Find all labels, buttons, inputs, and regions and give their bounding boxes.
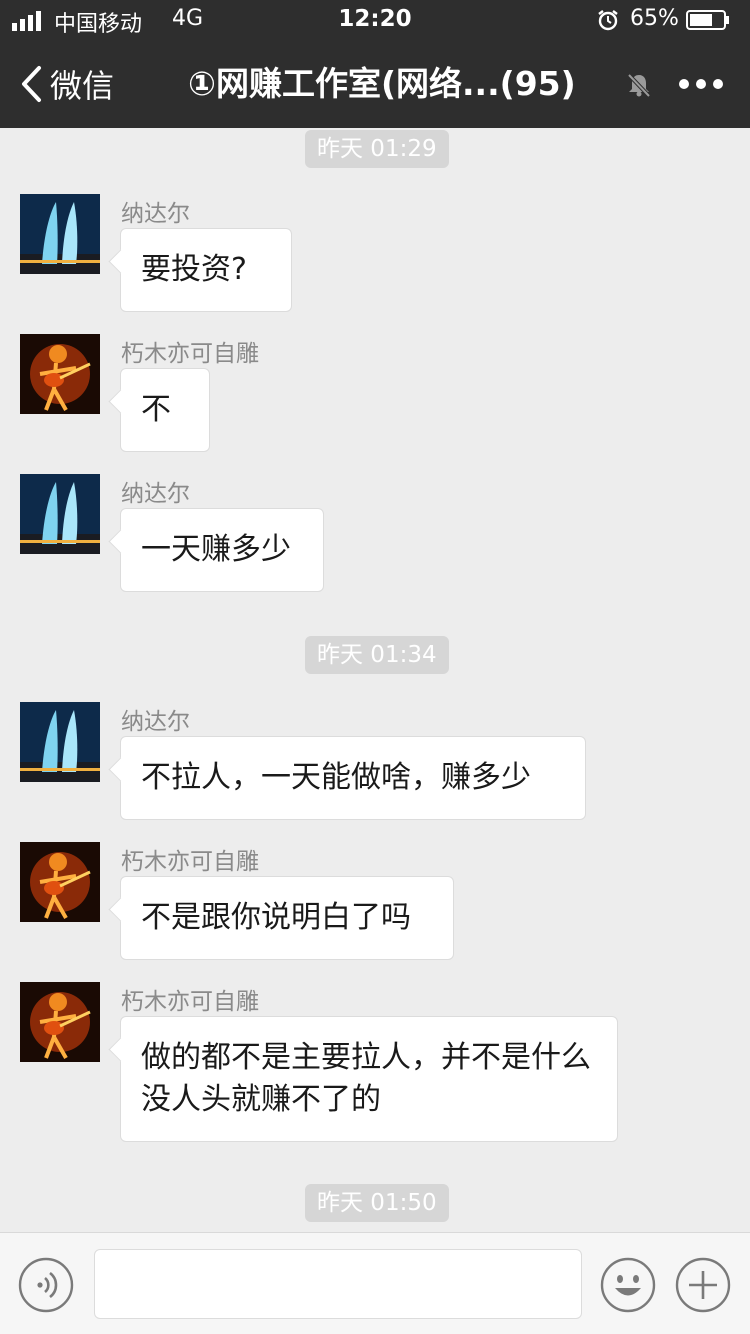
message-bubble[interactable]: 一天赚多少 — [120, 508, 324, 592]
avatar[interactable] — [20, 982, 100, 1062]
avatar[interactable] — [20, 474, 100, 554]
message-bubble[interactable]: 不拉人，一天能做啥，赚多少 — [120, 736, 586, 820]
status-bar: 中国移动 4G 12:20 65% — [0, 0, 750, 40]
emoji-icon[interactable] — [600, 1257, 656, 1313]
message-bubble[interactable]: 做的都不是主要拉人，并不是什么没人头就赚不了的 — [120, 1016, 618, 1142]
message-bubble[interactable]: 不是跟你说明白了吗 — [120, 876, 454, 960]
timestamp: 昨天 01:34 — [305, 636, 449, 674]
app-header: 中国移动 4G 12:20 65% 微信 ①网赚工作室(网络...(95) — [0, 0, 750, 128]
battery-icon — [686, 10, 729, 30]
timestamp: 昨天 01:29 — [305, 130, 449, 168]
message-input[interactable] — [94, 1249, 582, 1319]
plus-icon[interactable] — [675, 1257, 731, 1313]
sender-name: 纳达尔 — [121, 481, 190, 507]
skeleton-guitar-avatar-image — [20, 982, 100, 1062]
sender-name: 朽木亦可自雕 — [121, 989, 259, 1015]
more-dots-icon[interactable] — [676, 68, 726, 100]
chat-area[interactable]: 昨天 01:29 纳达尔 要投资? 朽木亦可自雕 不 纳达尔 一天赚多少 昨天 … — [0, 128, 750, 1232]
avatar[interactable] — [20, 334, 100, 414]
timestamp: 昨天 01:50 — [305, 1184, 449, 1222]
nav-bar: 微信 ①网赚工作室(网络...(95) — [0, 40, 750, 128]
message-bubble[interactable]: 要投资? — [120, 228, 292, 312]
sender-name: 纳达尔 — [121, 201, 190, 227]
bell-muted-icon — [627, 73, 651, 98]
avatar[interactable] — [20, 194, 100, 274]
alarm-icon — [598, 10, 618, 31]
back-button[interactable]: 微信 — [20, 60, 114, 108]
back-label: 微信 — [50, 67, 115, 105]
chat-title: ①网赚工作室(网络...(95) — [188, 64, 576, 103]
skeleton-guitar-avatar-image — [20, 334, 100, 414]
sender-name: 朽木亦可自雕 — [121, 341, 259, 367]
input-bar — [0, 1232, 750, 1334]
skeleton-guitar-avatar-image — [20, 842, 100, 922]
tower-avatar-image — [20, 194, 100, 274]
voice-icon[interactable] — [18, 1257, 74, 1313]
battery-percent: 65% — [630, 6, 679, 31]
chevron-left-icon — [22, 66, 41, 102]
avatar[interactable] — [20, 842, 100, 922]
message-bubble[interactable]: 不 — [120, 368, 210, 452]
tower-avatar-image — [20, 474, 100, 554]
avatar[interactable] — [20, 702, 100, 782]
sender-name: 朽木亦可自雕 — [121, 849, 259, 875]
sender-name: 纳达尔 — [121, 709, 190, 735]
tower-avatar-image — [20, 702, 100, 782]
